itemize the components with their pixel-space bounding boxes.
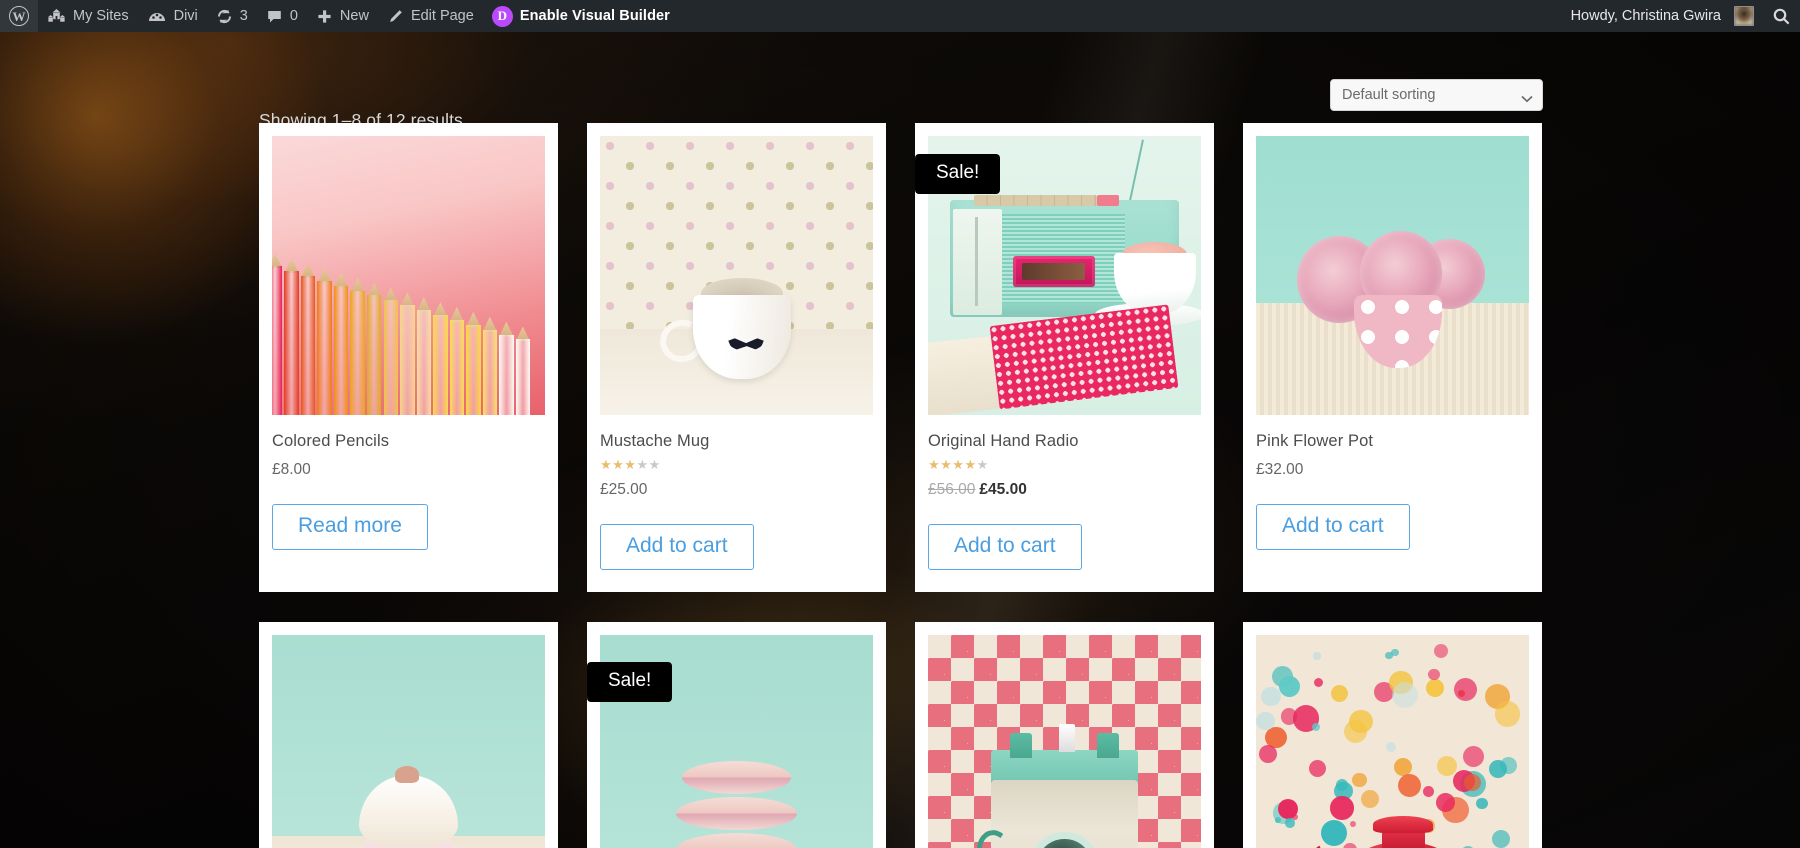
product-title[interactable]: Colored Pencils (272, 432, 545, 451)
buildings-icon (47, 8, 66, 25)
divi-label: Divi (174, 9, 198, 24)
product-grid: Colored Pencils £8.00 Read more Mustache… (259, 123, 1543, 848)
product-price: £56.00£45.00 (928, 481, 1201, 499)
sort-dropdown-wrapper: Default sortingSort by popularitySort by… (1330, 79, 1543, 111)
howdy-label: Howdy, Christina Gwira (1571, 8, 1727, 24)
product-thumbnail[interactable] (1256, 635, 1529, 848)
product-thumbnail[interactable] (272, 635, 545, 848)
avatar (1734, 6, 1754, 26)
price-amount: £8.00 (272, 461, 311, 478)
add-to-cart-button[interactable]: Add to cart (600, 524, 754, 570)
product-thumbnail[interactable] (928, 635, 1201, 848)
pencil-icon (387, 8, 404, 25)
sale-badge: Sale! (587, 662, 672, 702)
product-image-red-teapot (1256, 635, 1529, 848)
star-rating: ★★★★★ (600, 458, 873, 471)
shop-page: Showing 1–8 of 12 results Default sortin… (0, 32, 1800, 848)
product-thumbnail[interactable]: Sale! (600, 635, 873, 848)
sidebar-item-edit-page[interactable]: Edit Page (378, 0, 483, 32)
search-icon (1772, 7, 1791, 26)
product-card[interactable]: Colored Pencils £8.00 Read more (259, 123, 558, 592)
product-image-vanilla-cupcake (272, 635, 545, 848)
regular-price: £56.00 (928, 481, 975, 498)
product-image-pink-flower-pot (1256, 136, 1529, 415)
sale-price: £45.00 (979, 481, 1026, 498)
comment-icon (266, 8, 283, 25)
product-thumbnail[interactable] (272, 136, 545, 415)
product-card[interactable]: Sale! (587, 622, 886, 848)
divi-badge-icon: D (492, 6, 513, 27)
product-title[interactable]: Original Hand Radio (928, 432, 1201, 451)
new-label: New (340, 9, 369, 24)
star-rating: ★★★★★ (928, 458, 1201, 471)
price-amount: £25.00 (600, 481, 647, 498)
product-card[interactable] (1243, 622, 1542, 848)
product-price: £25.00 (600, 481, 873, 499)
plus-icon (316, 8, 333, 25)
wp-logo-menu[interactable]: W (0, 0, 38, 32)
product-price: £32.00 (1256, 461, 1529, 479)
wordpress-logo-icon: W (9, 6, 29, 26)
product-card[interactable]: Sale! Original Hand Radio ★★★★★ £56.00£4… (915, 123, 1214, 592)
sale-badge: Sale! (915, 154, 1000, 194)
product-image-vintage-camera (928, 635, 1201, 848)
my-sites-label: My Sites (73, 9, 129, 24)
wp-admin-bar: W My Sites Divi (0, 0, 1800, 32)
enable-visual-builder-button[interactable]: D Enable Visual Builder (483, 0, 679, 32)
price-amount: £32.00 (1256, 461, 1303, 478)
sidebar-item-comments[interactable]: 0 (257, 0, 307, 32)
add-to-cart-button[interactable]: Add to cart (1256, 504, 1410, 550)
product-title[interactable]: Pink Flower Pot (1256, 432, 1529, 451)
product-card[interactable]: Pink Flower Pot £32.00 Add to cart (1243, 123, 1542, 592)
product-card[interactable] (915, 622, 1214, 848)
product-image-colored-pencils (272, 136, 545, 415)
sidebar-item-updates[interactable]: 3 (207, 0, 257, 32)
sidebar-item-my-sites[interactable]: My Sites (38, 0, 138, 32)
my-account-menu[interactable]: Howdy, Christina Gwira (1562, 0, 1763, 32)
add-to-cart-button[interactable]: Add to cart (928, 524, 1082, 570)
updates-count: 3 (240, 9, 248, 24)
product-title[interactable]: Mustache Mug (600, 432, 873, 451)
product-card[interactable]: Mustache Mug ★★★★★ £25.00 Add to cart (587, 123, 886, 592)
product-price: £8.00 (272, 461, 545, 479)
updates-icon (216, 8, 233, 25)
product-thumbnail[interactable]: Sale! (928, 136, 1201, 415)
sidebar-item-new[interactable]: New (307, 0, 378, 32)
enable-visual-builder-label: Enable Visual Builder (520, 9, 670, 24)
product-thumbnail[interactable] (600, 136, 873, 415)
read-more-button[interactable]: Read more (272, 504, 428, 550)
product-card[interactable] (259, 622, 558, 848)
orderby-select[interactable]: Default sortingSort by popularitySort by… (1330, 79, 1543, 111)
edit-page-label: Edit Page (411, 9, 474, 24)
search-button[interactable] (1763, 0, 1800, 32)
comments-count: 0 (290, 9, 298, 24)
sidebar-item-divi[interactable]: Divi (138, 0, 207, 32)
divi-gauge-icon (147, 7, 167, 25)
product-thumbnail[interactable] (1256, 136, 1529, 415)
product-image-mustache-mug (600, 136, 873, 415)
